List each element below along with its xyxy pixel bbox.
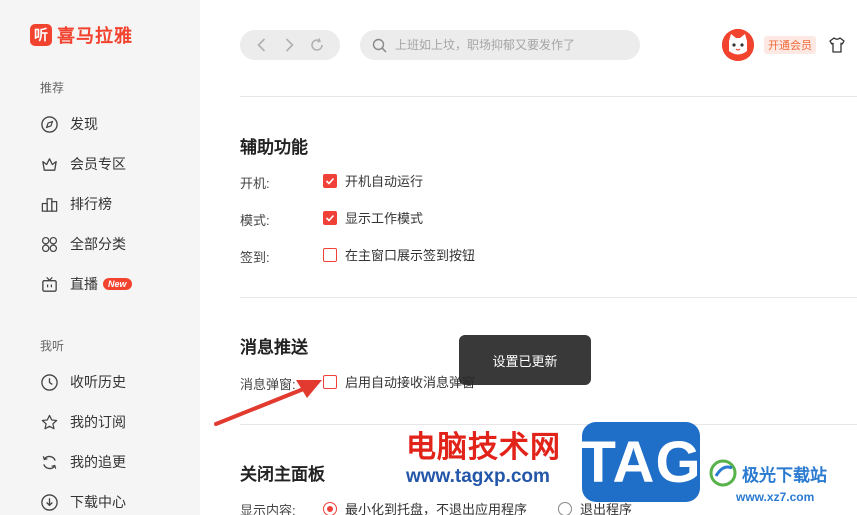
star-icon [41,414,58,429]
chevron-left-icon [257,38,265,52]
boot-label: 开机: [240,176,270,191]
sidebar-item-label: 会员专区 [70,156,126,172]
sidebar-item-label: 全部分类 [70,236,126,252]
compass-icon [41,115,58,133]
mode-option[interactable]: 显示工作模式 [323,208,423,227]
skin-button[interactable] [828,36,846,59]
sidebar-item-label: 收听历史 [70,374,126,390]
sidebar-item-vip[interactable]: 会员专区 [40,153,126,175]
sidebar-item-label: 我的追更 [70,454,126,470]
app-window: 听 喜马拉雅 推荐 发现 会员专区 排行榜 全部分类 直播 New 我听 收听历… [0,0,857,515]
download-icon [41,493,58,511]
sidebar-item-downloads[interactable]: 下载中心 [40,491,126,513]
history-nav-group [240,30,340,60]
watermark-jg-text: 极光下载站 [742,465,827,485]
tv-icon [42,276,57,292]
sidebar-item-following[interactable]: 我的追更 [40,451,126,473]
work-mode-checkbox[interactable] [323,210,337,225]
sidebar-item-subscriptions[interactable]: 我的订阅 [40,411,126,433]
section-label-recommend: 推荐 [40,81,65,95]
popup-option[interactable]: 启用自动接收消息弹窗 [323,372,475,391]
sidebar-item-label: 排行榜 [70,196,112,212]
section-title-close: 关闭主面板 [240,465,325,484]
autostart-label: 开机自动运行 [345,174,424,189]
checkin-checkbox[interactable] [323,247,337,262]
autostart-checkbox[interactable] [323,173,337,188]
refresh-icon [42,455,57,469]
crown-icon [42,157,57,171]
checkin-option[interactable]: 在主窗口展示签到按钮 [323,245,475,264]
check-icon [325,177,335,185]
watermark-text: 电脑技术网 [406,431,561,464]
section-title-assist: 辅助功能 [240,138,308,157]
sidebar-item-categories[interactable]: 全部分类 [40,233,126,255]
sidebar-item-label: 下载中心 [70,494,126,510]
chevron-right-icon [285,38,294,52]
divider [240,96,857,97]
search-input[interactable] [395,38,625,52]
logo-text: 喜马拉雅 [57,26,133,46]
watermark: 电脑技术网 www.tagxp.com TAG 极光下载站 www.xz7.co… [400,418,857,515]
grid-icon [41,236,58,252]
sidebar-item-ranking[interactable]: 排行榜 [40,193,112,215]
clock-icon [41,373,58,391]
sidebar-item-history[interactable]: 收听历史 [40,371,126,393]
sidebar: 听 喜马拉雅 推荐 发现 会员专区 排行榜 全部分类 直播 New 我听 收听历… [0,0,200,515]
boot-option[interactable]: 开机自动运行 [323,171,423,190]
toast: 设置已更新 [459,335,591,385]
vip-button[interactable]: 开通会员 [764,36,816,54]
divider [240,297,857,298]
sidebar-item-label: 发现 [70,116,98,132]
search-icon [372,38,387,53]
ranking-icon [41,197,58,212]
cat-avatar-icon [722,29,754,61]
arrow-annotation [214,380,322,426]
app-logo[interactable]: 听 喜马拉雅 [30,22,133,48]
aurora-logo-icon [709,459,737,487]
refresh-button[interactable] [309,37,325,53]
logo-mark: 听 [30,24,52,46]
display-label: 显示内容: [240,503,296,515]
sidebar-item-label: 我的订阅 [70,414,126,430]
popup-option-label: 启用自动接收消息弹窗 [345,375,476,390]
avatar[interactable] [722,29,754,61]
check-icon [325,214,335,222]
search-box[interactable] [360,30,640,60]
sidebar-item-live[interactable]: 直播 New [40,273,132,295]
work-mode-label: 显示工作模式 [345,211,424,226]
checkin-label: 签到: [240,250,270,265]
checkin-option-label: 在主窗口展示签到按钮 [345,248,476,263]
minimize-radio[interactable] [323,501,337,515]
watermark-tag-logo: TAG [580,422,701,502]
back-button[interactable] [255,37,269,53]
mode-label: 模式: [240,213,270,228]
watermark-jg: 极光下载站 [708,458,827,488]
new-badge: New [103,278,132,290]
tshirt-icon [829,37,845,53]
reload-icon [311,38,324,51]
watermark-url: www.tagxp.com [406,466,550,487]
section-label-mine: 我听 [40,339,65,353]
section-title-push: 消息推送 [240,338,308,357]
watermark-jg-url: www.xz7.com [736,490,815,504]
sidebar-item-label: 直播 [70,276,98,292]
sidebar-item-discover[interactable]: 发现 [40,113,98,135]
forward-button[interactable] [282,37,296,53]
